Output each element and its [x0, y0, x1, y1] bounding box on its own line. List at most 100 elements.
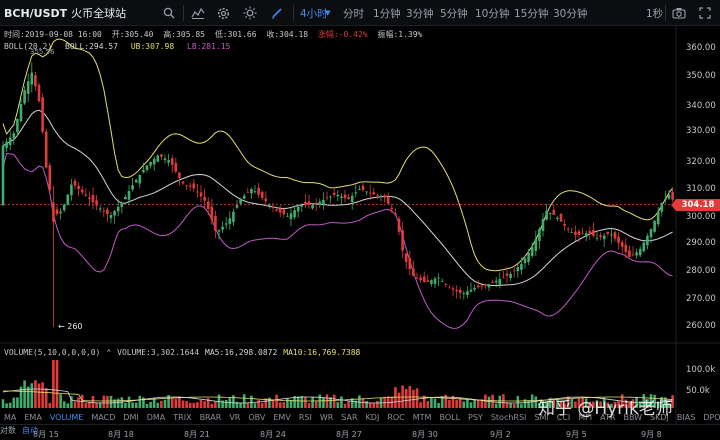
- candle-body: [502, 277, 505, 279]
- indicator-tab-dpo[interactable]: DPO: [703, 413, 720, 422]
- log-scale-toggle[interactable]: 对数: [0, 425, 16, 436]
- indicator-tab-obv[interactable]: OBV: [248, 413, 265, 422]
- indicator-tab-sar[interactable]: SAR: [341, 413, 357, 422]
- indicator-tab-wr[interactable]: WR: [320, 413, 333, 422]
- candle-body: [592, 229, 595, 236]
- candle-body: [545, 210, 548, 220]
- indicator-tab-kdj[interactable]: KDJ: [366, 413, 380, 422]
- candle-body: [480, 285, 484, 287]
- candle-body: [667, 195, 671, 199]
- indicator-tab-trix[interactable]: TRIX: [173, 413, 191, 422]
- candlestick-chart[interactable]: [0, 0, 720, 440]
- candle-body: [455, 289, 458, 292]
- volume-bar: [473, 399, 476, 408]
- volume-bar: [170, 398, 174, 408]
- candle-body: [584, 233, 588, 238]
- candle-body: [610, 234, 613, 236]
- indicator-tab-brar[interactable]: BRAR: [200, 413, 222, 422]
- indicator-tab-vr[interactable]: VR: [229, 413, 240, 422]
- volume-bar: [426, 401, 430, 408]
- indicator-tab-rsi[interactable]: RSI: [299, 413, 312, 422]
- candle-body: [599, 235, 602, 238]
- volume-bar: [95, 402, 98, 408]
- date-tick: 9月 5: [566, 430, 587, 439]
- volume-bar: [174, 398, 178, 408]
- volume-bar: [491, 394, 494, 408]
- indicator-tab-bias[interactable]: BIAS: [677, 413, 695, 422]
- candle-body: [340, 196, 343, 198]
- candle-body: [613, 232, 617, 239]
- candle-body: [588, 231, 592, 234]
- candle-body: [649, 229, 653, 238]
- candle-body: [214, 215, 217, 231]
- candle-body: [106, 209, 109, 215]
- volume-bar: [347, 400, 350, 408]
- candle-body: [343, 194, 347, 199]
- candle-body: [1, 145, 5, 206]
- candle-body: [617, 236, 620, 243]
- volume-bar: [494, 403, 498, 408]
- indicator-tab-stochrsi[interactable]: StochRSI: [491, 413, 527, 422]
- candle-body: [181, 181, 185, 184]
- volume-bar: [476, 399, 480, 408]
- boll-mid-value: BOLL:294.57: [65, 42, 118, 51]
- candle-body: [462, 292, 466, 294]
- candle-body: [660, 202, 664, 212]
- price-tick: 260.00: [686, 321, 716, 331]
- indicator-tab-psy[interactable]: PSY: [468, 413, 483, 422]
- candle-body: [41, 97, 44, 132]
- candle-body: [300, 205, 304, 207]
- candle-body: [138, 174, 142, 184]
- candle-body: [426, 280, 430, 282]
- candle-body: [631, 254, 635, 256]
- candle-body: [196, 191, 199, 193]
- indicator-tab-roc[interactable]: ROC: [387, 413, 404, 422]
- candle-body: [322, 199, 325, 205]
- volume-bar: [188, 402, 192, 408]
- candle-body: [84, 194, 88, 196]
- volume-bar: [91, 396, 95, 408]
- volume-bar: [109, 395, 113, 408]
- indicator-tab-mtm[interactable]: MTM: [413, 413, 432, 422]
- volume-bar: [332, 394, 336, 408]
- candle-body: [664, 198, 667, 201]
- volume-bar: [134, 402, 138, 408]
- indicator-tab-macd[interactable]: MACD: [91, 413, 115, 422]
- ohlc-info: 时间:2019-09-08 16:00 开:305.40 高:305.85 低:…: [4, 29, 427, 40]
- indicator-tab-emv[interactable]: EMV: [273, 413, 290, 422]
- candle-body: [253, 191, 257, 193]
- chevron-icon[interactable]: ⌃: [106, 348, 111, 357]
- indicator-tab-dmi[interactable]: DMI: [123, 413, 138, 422]
- candle-body: [217, 230, 221, 232]
- candle-body: [30, 72, 34, 85]
- volume-bar: [163, 399, 167, 408]
- volume-bar: [116, 398, 120, 408]
- candle-body: [527, 252, 530, 262]
- volume-title: VOLUME(5,10,0,0,0,0): [4, 348, 101, 357]
- volume-bar: [77, 397, 80, 408]
- volume-bar: [419, 402, 422, 408]
- candle-body: [52, 202, 55, 222]
- candle-body: [498, 279, 502, 285]
- indicator-tab-boll[interactable]: BOLL: [439, 413, 460, 422]
- boll-ub-value: UB:307.98: [130, 42, 175, 51]
- volume-bar: [30, 383, 34, 408]
- candle-body: [635, 252, 638, 256]
- indicator-tab-dma[interactable]: DMA: [147, 413, 166, 422]
- volume-bar: [318, 394, 322, 408]
- candle-body: [167, 160, 170, 163]
- indicator-tab-volume[interactable]: VOLUME: [50, 413, 84, 422]
- candle-body: [203, 196, 206, 201]
- price-tick: 300.00: [686, 212, 716, 222]
- price-tick: 290.00: [686, 238, 716, 248]
- candle-body: [124, 196, 127, 200]
- candle-body: [347, 197, 350, 200]
- indicator-tab-ma[interactable]: MA: [4, 413, 16, 422]
- volume-bar: [102, 395, 106, 408]
- indicator-tab-ema[interactable]: EMA: [24, 413, 41, 422]
- boll-upper-band: [2, 38, 673, 272]
- volume-bar: [5, 403, 8, 408]
- candle-body: [408, 257, 412, 269]
- candle-body: [656, 211, 660, 225]
- candle-body: [149, 162, 152, 166]
